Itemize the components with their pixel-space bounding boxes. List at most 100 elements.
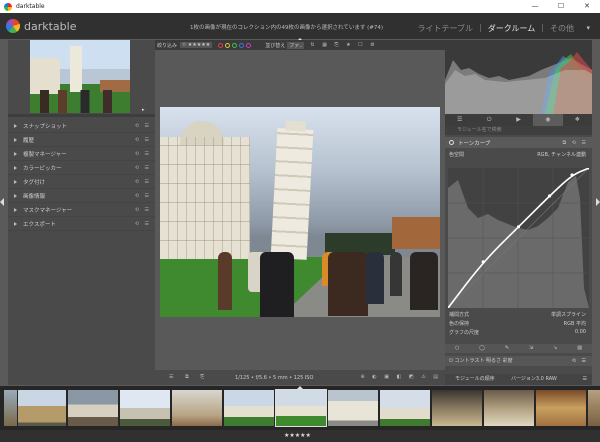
preserve-colors-row[interactable]: 色の保持 RGB 平均 bbox=[449, 320, 588, 327]
minimize-button[interactable]: — bbox=[522, 0, 548, 13]
curve-node[interactable] bbox=[570, 173, 574, 177]
module-icons[interactable]: ⟲ ☰ bbox=[135, 151, 151, 157]
mask-drawn-icon[interactable]: ✎ bbox=[505, 344, 509, 353]
photo-cathedral-detail bbox=[160, 137, 250, 259]
collapse-right-arrow-icon[interactable] bbox=[596, 198, 600, 206]
sort-select[interactable]: ファ.. bbox=[287, 41, 305, 49]
module-icons[interactable]: ⟲ ☰ bbox=[135, 137, 151, 143]
module-image-info[interactable]: 画像情報 ⟲ ☰ bbox=[8, 189, 155, 203]
module-icons[interactable]: ⟲ ☰ bbox=[135, 123, 151, 129]
tone-curve-graph[interactable] bbox=[446, 166, 591, 310]
tab-base-modules[interactable]: ⏻ bbox=[474, 114, 503, 126]
interpolation-row[interactable]: 補間方式 単調スプライン bbox=[449, 311, 588, 318]
module-order-bar[interactable]: モジュールの順序 バージョン3.0 RAW ☰ bbox=[445, 374, 592, 385]
filmstrip-thumbnail[interactable] bbox=[536, 390, 586, 426]
histogram[interactable] bbox=[445, 40, 592, 114]
curve-node[interactable] bbox=[547, 194, 552, 198]
filmstrip-thumbnail[interactable] bbox=[380, 390, 430, 426]
mask-raster-icon[interactable]: ▨ bbox=[577, 344, 582, 353]
bottom-right-icons[interactable]: ⊕ ◐ ▣ ◧ ◩ ⚠ ▤ bbox=[361, 374, 441, 380]
color-label-blue-icon[interactable] bbox=[239, 42, 245, 48]
photo-cathedral bbox=[160, 121, 250, 259]
module-color-picker[interactable]: カラーピッカー ⟲ ☰ bbox=[8, 161, 155, 175]
tab-effect-modules[interactable]: ❖ bbox=[563, 114, 592, 126]
filmstrip-thumbnail-selected[interactable] bbox=[275, 389, 327, 427]
color-label-green-icon[interactable] bbox=[232, 42, 238, 48]
collection-info: 1枚の画像が現在のコレクション内の49枚の画像から選択されています (#74) bbox=[190, 25, 383, 31]
header-menu-icon[interactable]: ▾ bbox=[586, 24, 590, 32]
nav-cathedral bbox=[30, 58, 60, 94]
mask-uniform-icon[interactable]: ◯ bbox=[479, 344, 485, 353]
module-export[interactable]: エクスポート ⟲ ☰ bbox=[8, 217, 155, 231]
photo-person bbox=[218, 252, 232, 310]
filmstrip-thumbnail[interactable] bbox=[432, 390, 482, 426]
module-order-value[interactable]: バージョン3.0 RAW bbox=[511, 374, 557, 385]
color-label-yellow-icon[interactable] bbox=[225, 42, 231, 48]
photo-person bbox=[390, 252, 402, 296]
tab-color-modules[interactable]: ◉ bbox=[533, 114, 563, 126]
view-darkroom[interactable]: ダークルーム bbox=[488, 23, 536, 34]
filmstrip-thumbnail[interactable] bbox=[484, 390, 534, 426]
tone-curve-header[interactable]: トーンカーブ ⧉ ⟲ ☰ bbox=[445, 137, 592, 148]
interpolation-value[interactable]: 単調スプライン bbox=[551, 311, 586, 318]
module-mask-manager[interactable]: マスクマネージャー ⟲ ☰ bbox=[8, 203, 155, 217]
module-icons[interactable]: ⟲ ☰ bbox=[135, 179, 151, 185]
color-space-value[interactable]: RGB, チャンネル連動 bbox=[537, 151, 586, 158]
curve-node[interactable] bbox=[481, 260, 485, 264]
module-tagging[interactable]: タグ付け ⟲ ☰ bbox=[8, 175, 155, 189]
power-icon[interactable] bbox=[449, 140, 454, 145]
module-history[interactable]: 履歴 ⟲ ☰ bbox=[8, 133, 155, 147]
mask-combined-icon[interactable]: ↘ bbox=[553, 344, 557, 353]
navigation-zoom-toggle[interactable]: ▸ bbox=[142, 107, 145, 113]
bottom-toolbar: ☰ ⧉ ⎘ 1/125 • f/5.6 • 5 mm • 125 ISO ⊕ ◐… bbox=[155, 370, 445, 385]
graph-scale-value[interactable]: 0.00 bbox=[575, 329, 586, 335]
color-label-purple-icon[interactable] bbox=[246, 42, 252, 48]
graph-scale-row[interactable]: グラフの尺度 0.00 bbox=[449, 329, 588, 336]
module-snapshots[interactable]: スナップショット ⟲ ☰ bbox=[8, 119, 155, 133]
presets-icon[interactable]: ☰ bbox=[583, 374, 587, 385]
mask-off-icon[interactable]: ○ bbox=[455, 344, 459, 353]
close-button[interactable]: ✕ bbox=[574, 0, 600, 13]
tab-active-modules[interactable]: ☰ bbox=[445, 114, 474, 126]
tab-tone-modules[interactable]: ▶ bbox=[504, 114, 533, 126]
module-icons[interactable]: ⟲ ☰ bbox=[135, 165, 151, 171]
rating-stars[interactable]: ★★★★★ bbox=[284, 432, 311, 439]
module-icons[interactable]: ⟲ ☰ bbox=[135, 207, 151, 213]
main-photo[interactable] bbox=[160, 107, 440, 317]
view-separator: | bbox=[479, 23, 482, 32]
bottom-left-icons[interactable]: ☰ ⧉ ⎘ bbox=[169, 374, 209, 380]
collapse-bottom-arrow-icon[interactable] bbox=[296, 386, 304, 390]
filmstrip-thumbnail[interactable] bbox=[18, 390, 66, 426]
toolbar-icons[interactable]: ⇅ ▦ ⎘ ★ ☐ ⚙ bbox=[310, 42, 377, 48]
module-icons[interactable]: ⟲ ☰ bbox=[135, 193, 151, 199]
histogram-graph bbox=[445, 52, 592, 114]
module-icons[interactable]: ⟲ ☰ bbox=[135, 221, 151, 227]
filmstrip-thumbnail[interactable] bbox=[172, 390, 222, 426]
view-lighttable[interactable]: ライトテーブル bbox=[418, 23, 474, 34]
color-label-red-icon[interactable] bbox=[218, 42, 224, 48]
filmstrip-thumbnail[interactable] bbox=[588, 390, 600, 426]
module-search-input[interactable]: モジュール名で検索 bbox=[445, 126, 592, 135]
expand-arrow-icon bbox=[14, 193, 17, 198]
filmstrip-thumbnail[interactable] bbox=[224, 390, 274, 426]
view-other[interactable]: その他 bbox=[550, 23, 574, 34]
filmstrip-thumbnail[interactable] bbox=[328, 390, 378, 426]
contrast-module-header[interactable]: ⏻ コントラスト 明るさ 彩度 ⟲ ☰ bbox=[445, 356, 592, 366]
maximize-button[interactable]: ☐ bbox=[548, 0, 574, 13]
curve-node[interactable] bbox=[516, 225, 521, 229]
color-label-filter[interactable] bbox=[218, 42, 252, 48]
rating-filter[interactable]: ✩ ★★★★★ bbox=[180, 42, 213, 48]
filmstrip-thumbnail[interactable] bbox=[68, 390, 118, 426]
view-separator: | bbox=[541, 23, 544, 32]
preserve-colors-value[interactable]: RGB 平均 bbox=[564, 320, 586, 327]
module-header-icons[interactable]: ⧉ ⟲ ☰ bbox=[563, 140, 588, 146]
photo-red-building bbox=[392, 217, 440, 249]
mask-parametric-icon[interactable]: ⇲ bbox=[529, 344, 533, 353]
navigation-thumbnail[interactable] bbox=[30, 40, 130, 113]
module-header-icons[interactable]: ⟲ ☰ bbox=[572, 356, 588, 366]
collapse-left-arrow-icon[interactable] bbox=[0, 198, 4, 206]
module-duplicate-manager[interactable]: 複製マネージャー ⟲ ☰ bbox=[8, 147, 155, 161]
filmstrip-thumbnail[interactable] bbox=[4, 390, 17, 426]
color-space-row[interactable]: 色空間 RGB, チャンネル連動 bbox=[449, 151, 588, 158]
filmstrip-thumbnail[interactable] bbox=[120, 390, 170, 426]
